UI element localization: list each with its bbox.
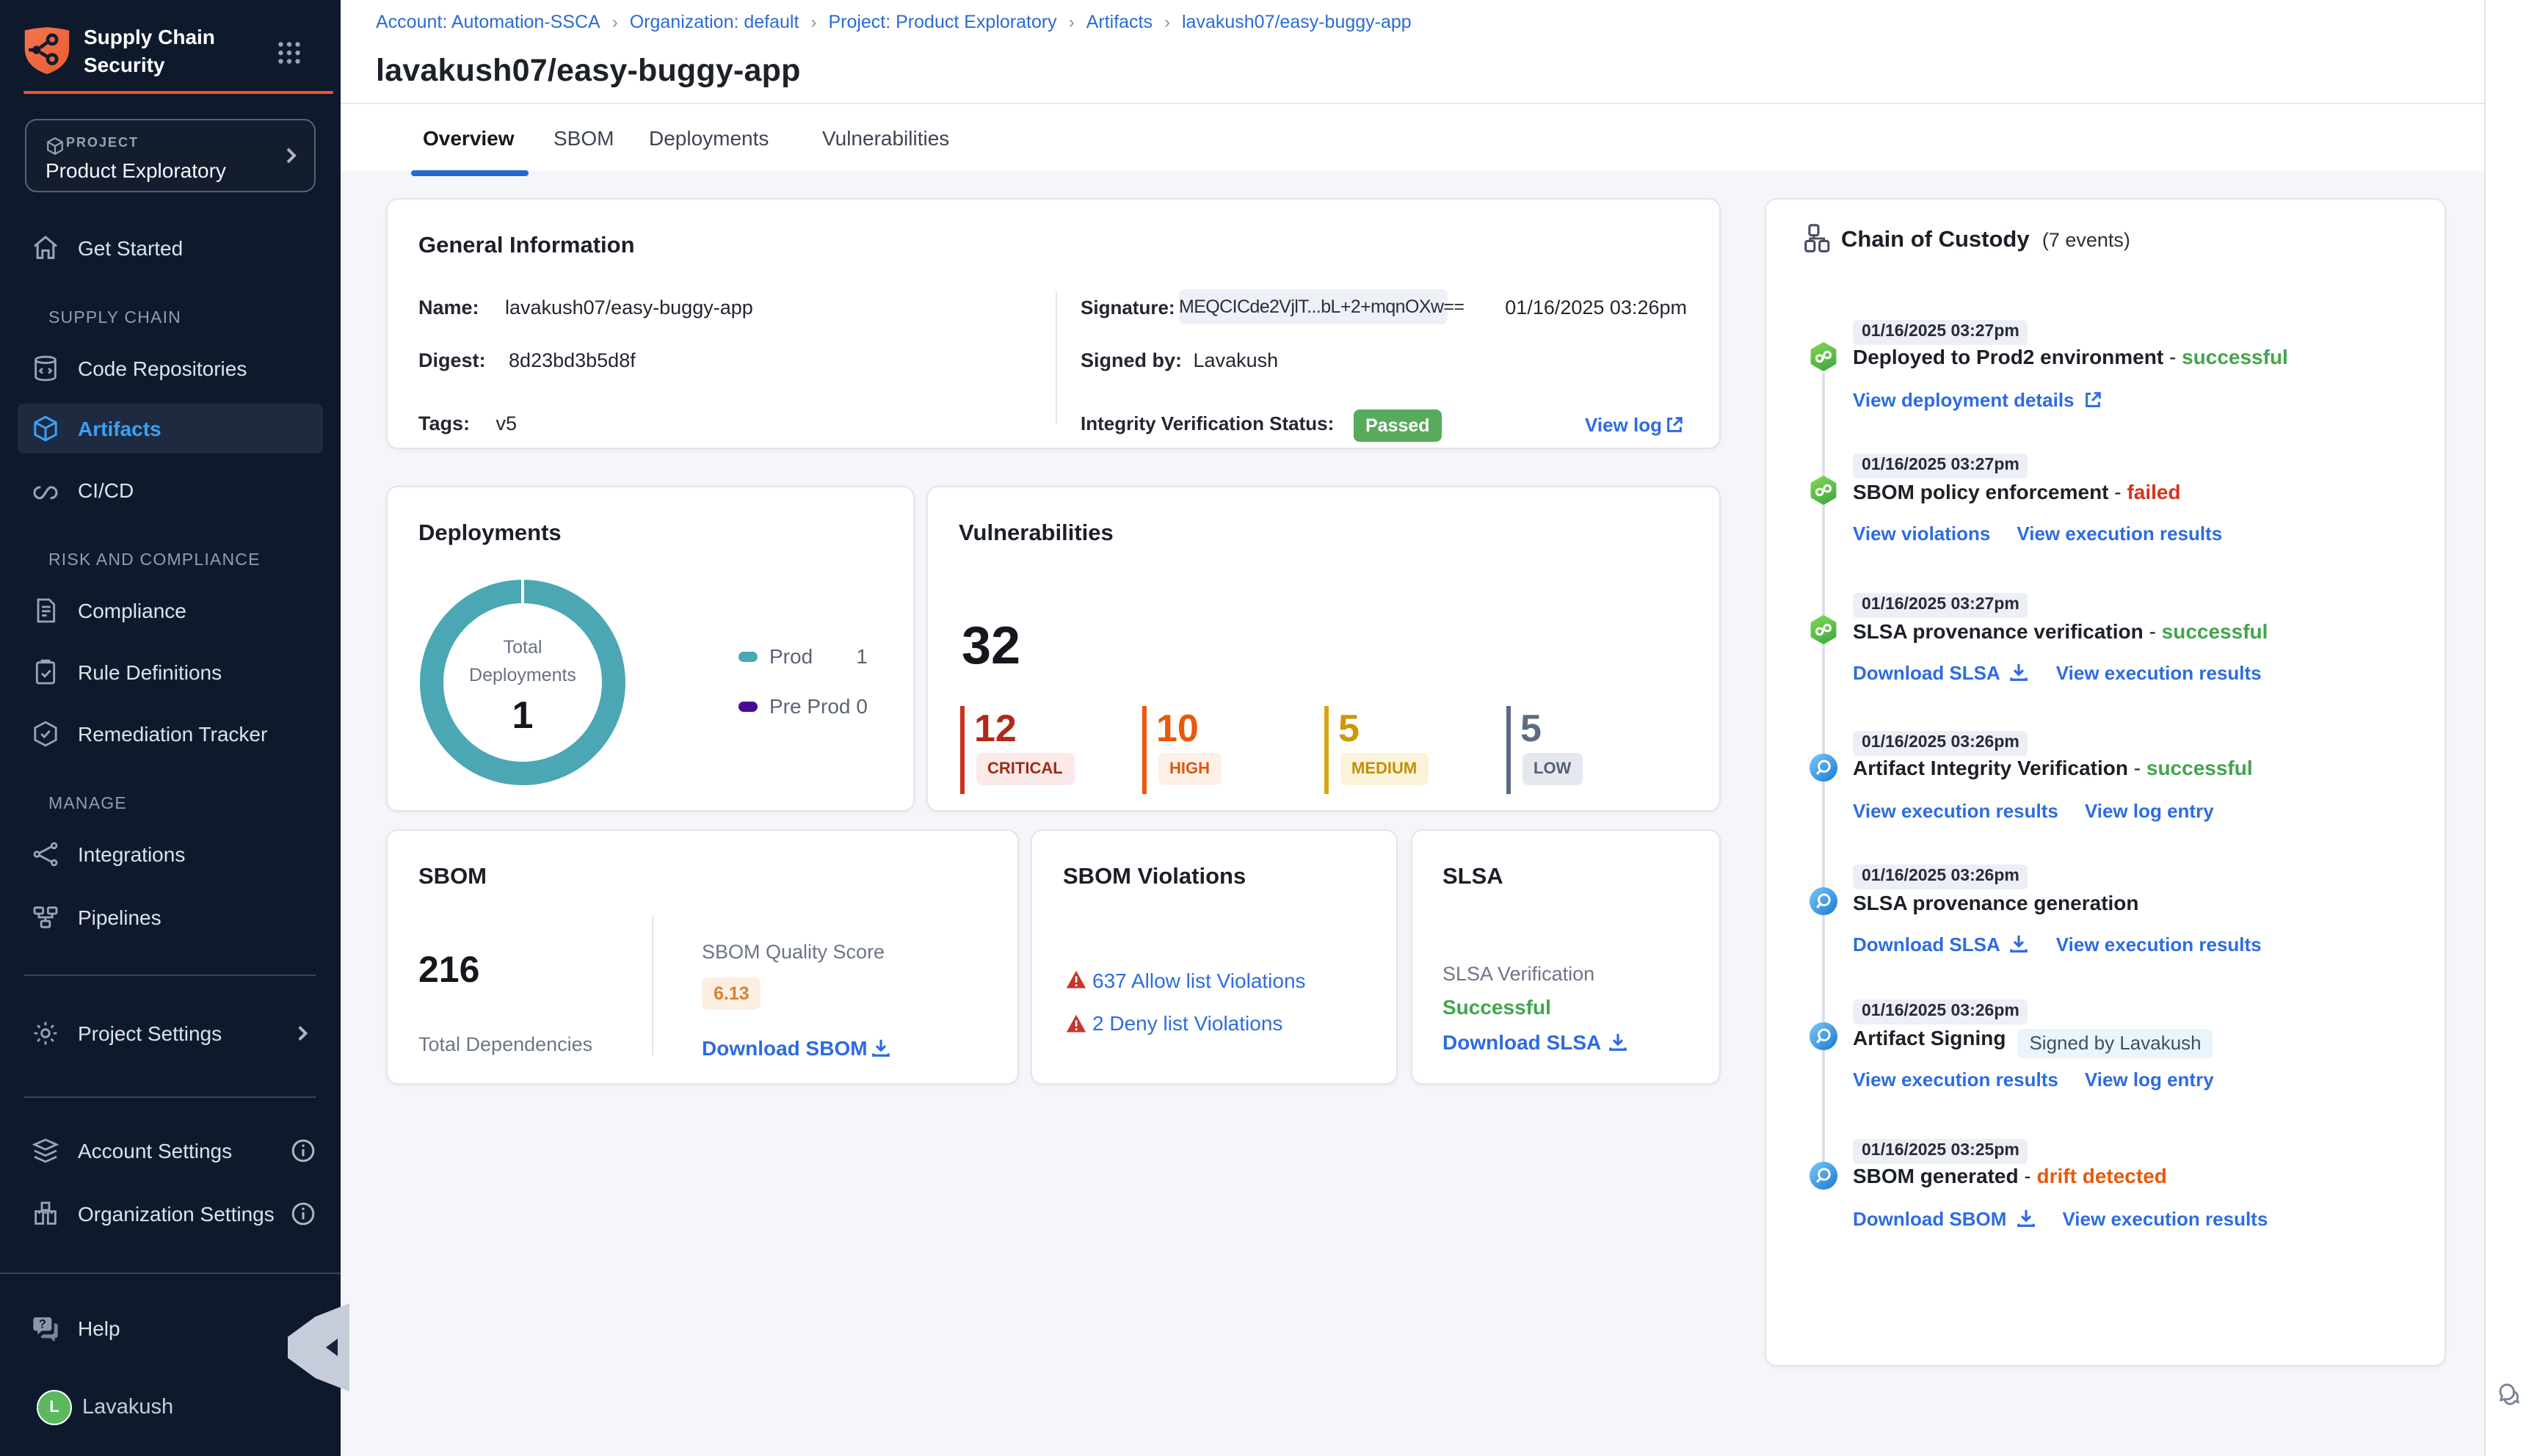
svg-text:?: ? — [39, 1317, 46, 1331]
